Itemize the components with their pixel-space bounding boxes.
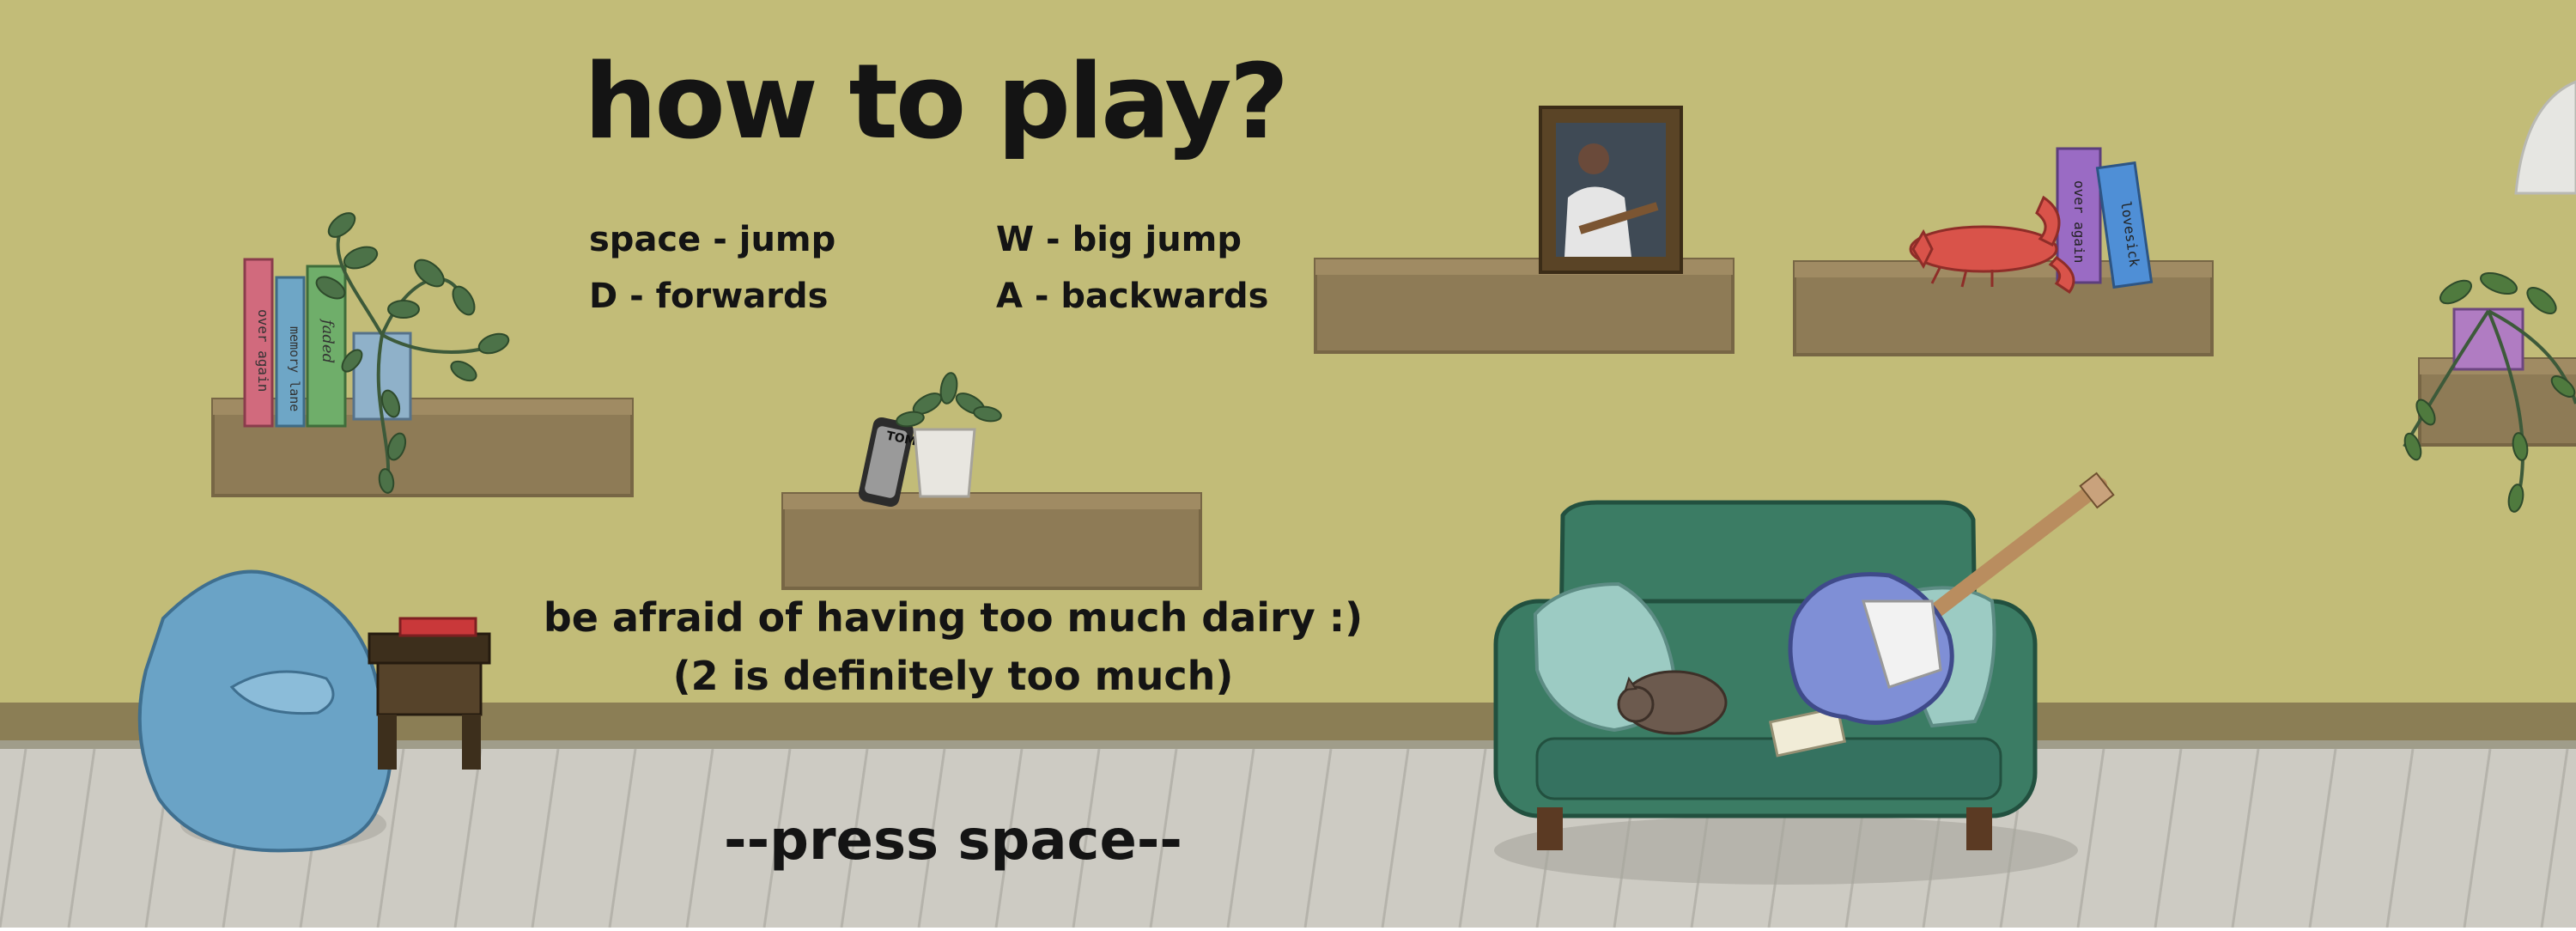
control-big-jump: W - big jump — [996, 220, 1242, 259]
shelf-right-edge — [2418, 357, 2576, 447]
room-background: over again memory lane faded TOMU over a… — [0, 0, 2576, 928]
dairy-warning-note: (2 is definitely too much) — [672, 653, 1234, 699]
dairy-warning: be afraid of having too much dairy :) — [543, 594, 1364, 641]
book-spine-label: over again — [255, 309, 271, 392]
book-spine-label: memory lane — [287, 326, 302, 411]
control-forwards: D - forwards — [589, 277, 829, 316]
book-spine-label: faded — [319, 318, 337, 363]
game-scene: over again memory lane faded TOMU over a… — [0, 0, 2576, 928]
control-backwards: A - backwards — [996, 277, 1269, 316]
page-title: how to play? — [584, 43, 1289, 162]
shelf-middle — [781, 492, 1202, 590]
photo-frame-icon — [1539, 106, 1683, 274]
control-jump: space - jump — [589, 220, 836, 259]
book-spine-label: over again — [2071, 180, 2087, 263]
press-space-prompt[interactable]: --press space-- — [653, 809, 1254, 873]
